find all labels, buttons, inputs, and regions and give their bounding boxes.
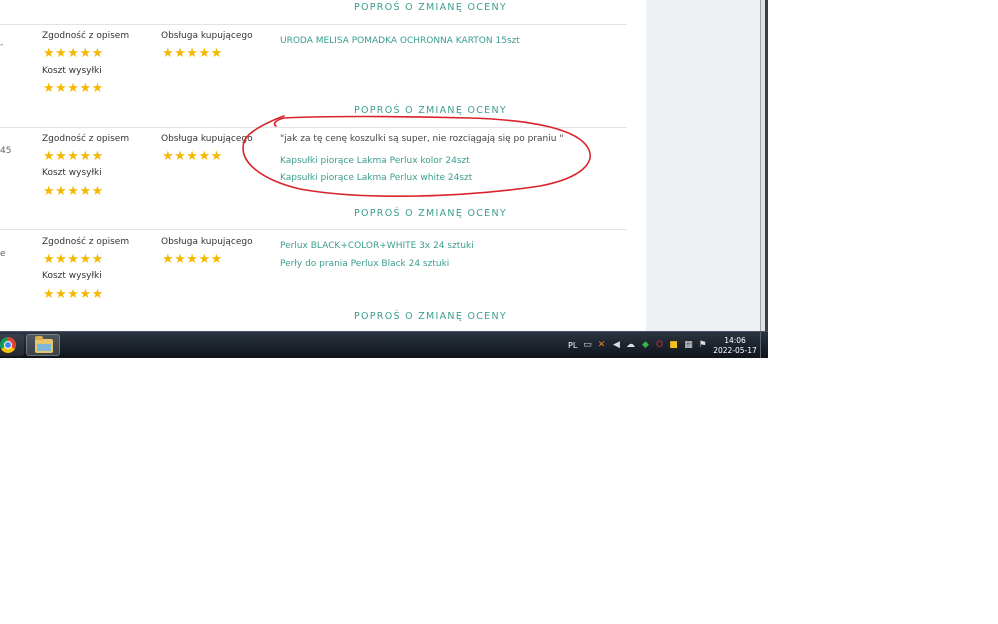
opera-icon[interactable]: O (655, 341, 664, 350)
rating-stars-shipping: ★★★★★ (43, 184, 104, 199)
rating-label-shipping: Koszt wysyłki (42, 271, 102, 281)
rating-label-service: Obsługa kupującego (161, 31, 253, 41)
tools-icon[interactable]: ✕ (597, 341, 606, 350)
request-rating-change-link[interactable]: POPROŚ O ZMIANĘ OCENY (354, 208, 507, 219)
product-link[interactable]: Kapsułki piorące Lakma Perlux kolor 24sz… (280, 156, 470, 166)
request-rating-change-link[interactable]: POPROŚ O ZMIANĘ OCENY (354, 2, 507, 13)
clock-time: 14:06 (724, 336, 746, 345)
chrome-icon (0, 337, 16, 353)
row-divider (0, 127, 627, 128)
show-desktop-button[interactable] (760, 332, 768, 358)
rating-stars-shipping: ★★★★★ (43, 81, 104, 96)
feedback-list: POPROŚ O ZMIANĘ OCENY - Zgodność z opise… (0, 0, 646, 331)
rating-label-service: Obsługa kupującego (161, 237, 253, 247)
rating-label-description: Zgodność z opisem (42, 134, 130, 144)
system-clock[interactable]: 14:06 2022-05-17 (712, 336, 758, 356)
clock-date: 2022-05-17 (713, 346, 757, 355)
row-edge-text: e (0, 249, 6, 259)
rating-label-description: Zgodność z opisem (42, 31, 130, 41)
row-divider (0, 24, 627, 25)
taskbar-explorer-button[interactable] (26, 334, 60, 356)
product-link[interactable]: Perlux BLACK+COLOR+WHITE 3x 24 sztuki (280, 241, 474, 251)
buyer-comment: "jak za tę cenę koszulki są super, nie r… (280, 134, 564, 144)
notification-icon[interactable]: ⚑ (698, 341, 707, 350)
rating-stars-description: ★★★★★ (43, 252, 104, 267)
cloud-icon[interactable]: ☁ (626, 341, 635, 350)
rating-stars-service: ★★★★★ (162, 149, 223, 164)
flag-icon[interactable]: ■ (669, 341, 678, 350)
product-link[interactable]: Perły do prania Perlux Black 24 sztuki (280, 259, 449, 269)
volume-icon[interactable]: ◀ (612, 341, 621, 350)
row-divider (0, 229, 627, 230)
request-rating-change-link[interactable]: POPROŚ O ZMIANĘ OCENY (354, 105, 507, 116)
taskbar: PL ▭ ✕ ◀ ☁ ◆ O ■ ▦ ⚑ 14:06 2022-05-17 (0, 331, 768, 358)
language-indicator[interactable]: PL (568, 341, 577, 350)
keyboard-icon[interactable]: ▭ (583, 341, 592, 350)
rating-stars-service: ★★★★★ (162, 46, 223, 61)
rating-label-shipping: Koszt wysyłki (42, 168, 102, 178)
window-frame-edge (760, 0, 768, 331)
request-rating-change-link[interactable]: POPROŚ O ZMIANĘ OCENY (354, 311, 507, 322)
rating-label-service: Obsługa kupującego (161, 134, 253, 144)
side-panel (646, 0, 760, 331)
rating-stars-shipping: ★★★★★ (43, 287, 104, 302)
screenshot-area: POPROŚ O ZMIANĘ OCENY - Zgodność z opise… (0, 0, 768, 358)
network-icon[interactable]: ▦ (684, 341, 693, 350)
shield-icon[interactable]: ◆ (641, 341, 650, 350)
row-edge-text: - (0, 40, 4, 50)
rating-stars-description: ★★★★★ (43, 46, 104, 61)
rating-stars-service: ★★★★★ (162, 252, 223, 267)
product-link[interactable]: URODA MELISA POMADKA OCHRONNA KARTON 15s… (280, 36, 520, 46)
rating-label-shipping: Koszt wysyłki (42, 66, 102, 76)
rating-stars-description: ★★★★★ (43, 149, 104, 164)
folder-icon (35, 336, 53, 353)
product-link[interactable]: Kapsułki piorące Lakma Perlux white 24sz… (280, 173, 472, 183)
rating-label-description: Zgodność z opisem (42, 237, 130, 247)
taskbar-chrome-button[interactable] (0, 334, 24, 356)
row-edge-text: 45 (0, 146, 12, 156)
